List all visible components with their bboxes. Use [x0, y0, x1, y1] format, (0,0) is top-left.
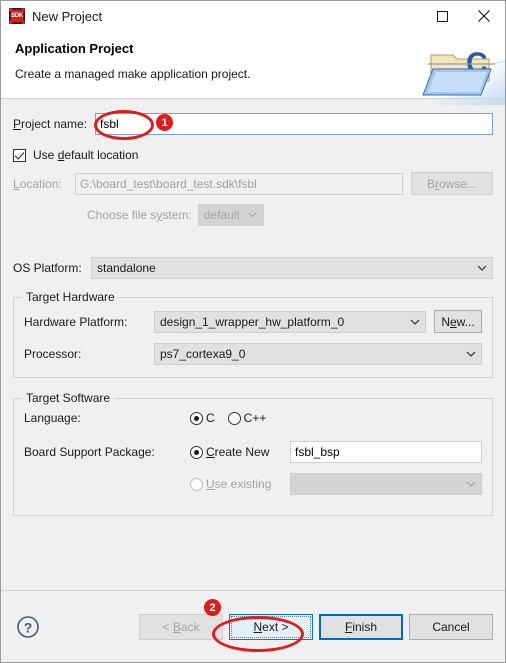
- dialog-footer: ? < Back Next > Finish Cancel: [1, 590, 505, 662]
- location-row: Location: G:\board_test\board_test.sdk\f…: [13, 172, 493, 195]
- location-input: G:\board_test\board_test.sdk\fsbl: [75, 172, 403, 195]
- bsp-create-new-label: Create New: [206, 445, 270, 459]
- close-icon[interactable]: [463, 1, 505, 31]
- svg-text:?: ?: [24, 619, 33, 635]
- location-value: G:\board_test\board_test.sdk\fsbl: [80, 176, 257, 191]
- project-name-label: Project name:: [13, 117, 88, 131]
- chevron-down-icon: [463, 481, 479, 487]
- back-button: < Back: [139, 613, 223, 640]
- processor-label: Processor:: [24, 347, 82, 361]
- next-label: Next >: [253, 619, 289, 634]
- dialog-content: Project name: fsbl Use default location …: [1, 99, 505, 590]
- use-default-location-row[interactable]: Use default location: [13, 148, 493, 162]
- target-hardware-group-title: Target Hardware: [22, 290, 119, 304]
- use-default-location-checkbox[interactable]: [13, 148, 26, 162]
- cancel-label: Cancel: [432, 619, 470, 634]
- bsp-use-existing-label: Use existing: [206, 477, 272, 491]
- maximize-icon[interactable]: [421, 1, 463, 31]
- chevron-down-icon: [474, 265, 490, 271]
- language-cpp-label: C++: [243, 411, 267, 425]
- c-project-folder-icon: C: [419, 37, 505, 105]
- bsp-create-new-radio[interactable]: [190, 445, 203, 459]
- new-hardware-platform-button[interactable]: New...: [434, 310, 482, 333]
- sdk-icon-label: SDK: [11, 13, 23, 19]
- sdk-icon: SDK: [9, 8, 25, 24]
- browse-button: Browse...: [411, 172, 493, 195]
- target-software-group: Target Software Language: C C++ Board Su…: [13, 391, 493, 516]
- project-name-row: Project name: fsbl: [13, 113, 493, 135]
- chevron-down-icon: [407, 319, 423, 325]
- choose-file-system-row: Choose file system: default: [13, 204, 493, 226]
- banner-text-block: Application Project Create a managed mak…: [15, 37, 419, 81]
- page-subtitle: Create a managed make application projec…: [15, 67, 251, 81]
- page-title: Application Project: [15, 41, 134, 56]
- hardware-platform-combo[interactable]: design_1_wrapper_hw_platform_0: [154, 310, 426, 333]
- language-c-label: C: [206, 411, 215, 425]
- bsp-use-existing-radio: [190, 477, 203, 491]
- language-cpp-radio[interactable]: [227, 411, 241, 425]
- processor-row: Processor: ps7_cortexa9_0: [24, 343, 482, 365]
- choose-file-system-value: default: [203, 208, 240, 222]
- back-label: < Back: [162, 619, 200, 634]
- chevron-down-icon: [463, 351, 479, 357]
- window-title: New Project: [32, 8, 103, 24]
- target-hardware-group: Target Hardware Hardware Platform: desig…: [13, 290, 493, 378]
- bsp-use-existing-row: Use existing: [24, 473, 482, 495]
- project-name-value: fsbl: [100, 117, 119, 131]
- language-row: Language: C C++: [24, 411, 482, 425]
- processor-combo[interactable]: ps7_cortexa9_0: [154, 343, 482, 365]
- bsp-create-new-row: Board Support Package: Create New fsbl_b…: [24, 441, 482, 463]
- hardware-platform-row: Hardware Platform: design_1_wrapper_hw_p…: [24, 310, 482, 333]
- window-controls: [421, 1, 505, 31]
- hardware-platform-label: Hardware Platform:: [24, 314, 128, 329]
- language-c-radio[interactable]: [190, 411, 203, 425]
- browse-label: Browse...: [426, 176, 478, 191]
- footer-buttons: < Back Next > Finish Cancel: [139, 613, 493, 640]
- finish-button[interactable]: Finish: [319, 613, 403, 640]
- os-platform-combo[interactable]: standalone: [91, 257, 493, 279]
- dialog-banner: Application Project Create a managed mak…: [1, 31, 505, 105]
- language-label: Language:: [24, 411, 81, 425]
- new-label: New...: [441, 314, 475, 329]
- hardware-platform-value: design_1_wrapper_hw_platform_0: [160, 314, 345, 329]
- choose-file-system-combo: default: [197, 204, 264, 226]
- os-platform-value: standalone: [97, 261, 156, 275]
- chevron-down-icon: [245, 212, 261, 218]
- title-bar: SDK New Project: [1, 1, 505, 31]
- choose-file-system-label: Choose file system:: [87, 208, 192, 222]
- project-name-input[interactable]: fsbl: [95, 113, 493, 135]
- bsp-name-value: fsbl_bsp: [295, 445, 340, 459]
- os-platform-row: OS Platform: standalone: [13, 257, 493, 279]
- new-project-dialog: 广州星嵌 广州星嵌 广州星嵌 广州星嵌 广州星嵌 广州星嵌 广州星嵌 广州星嵌 …: [0, 0, 506, 663]
- location-label: Location:: [13, 176, 62, 191]
- bsp-name-input[interactable]: fsbl_bsp: [290, 441, 482, 463]
- target-software-group-title: Target Software: [22, 391, 115, 405]
- processor-value: ps7_cortexa9_0: [160, 347, 246, 361]
- os-platform-label: OS Platform:: [13, 261, 82, 275]
- next-button[interactable]: Next >: [229, 613, 313, 640]
- cancel-button[interactable]: Cancel: [409, 613, 493, 640]
- bsp-label: Board Support Package:: [24, 445, 155, 459]
- use-default-location-label: Use default location: [33, 148, 139, 162]
- bsp-existing-combo: [290, 473, 482, 495]
- finish-label: Finish: [344, 619, 378, 634]
- help-icon[interactable]: ?: [15, 614, 41, 640]
